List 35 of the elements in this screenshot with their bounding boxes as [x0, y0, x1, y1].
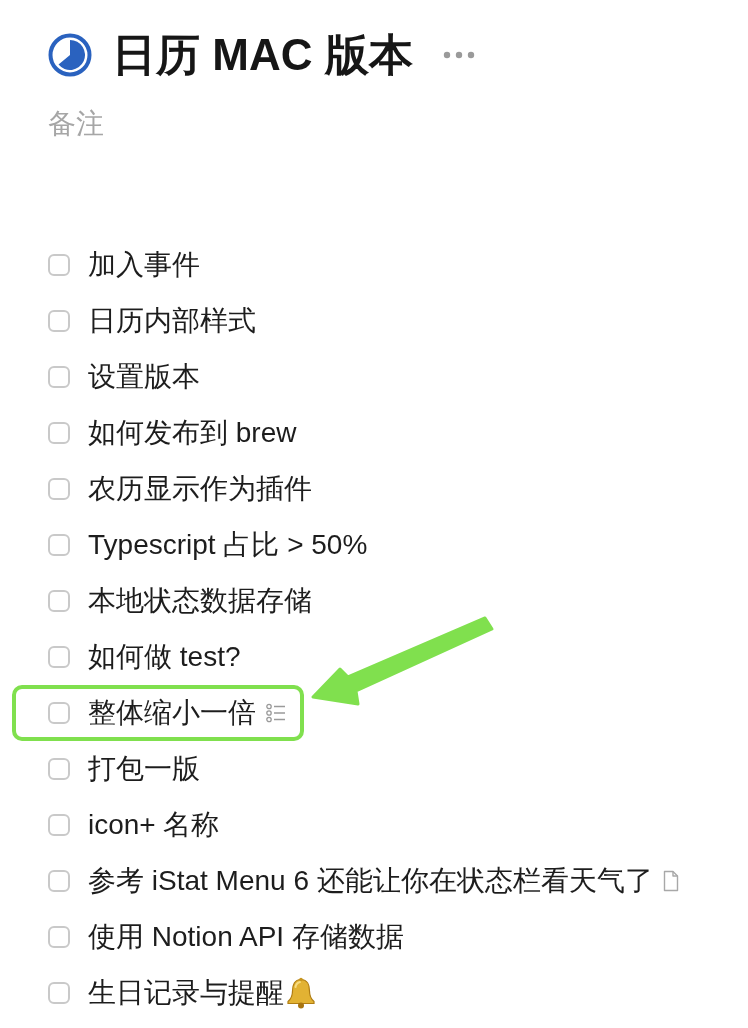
- task-text: 农历显示作为插件: [88, 472, 312, 506]
- checkbox[interactable]: [48, 646, 70, 668]
- checkbox[interactable]: [48, 814, 70, 836]
- task-text: 参考 iStat Menu 6 还能让你在状态栏看天气了: [88, 864, 653, 898]
- task-text: 如何发布到 brew: [88, 416, 297, 450]
- bell-icon: [286, 977, 316, 1009]
- checkbox[interactable]: [48, 982, 70, 1004]
- task-text: 整体缩小一倍: [88, 696, 256, 730]
- task-text: 日历内部样式: [88, 304, 256, 338]
- checkbox[interactable]: [48, 310, 70, 332]
- checkbox[interactable]: [48, 534, 70, 556]
- checkbox[interactable]: [48, 422, 70, 444]
- task-text: 设置版本: [88, 360, 200, 394]
- checkbox[interactable]: [48, 366, 70, 388]
- task-text: 如何做 test?: [88, 640, 241, 674]
- task-text: 打包一版: [88, 752, 200, 786]
- checkbox[interactable]: [48, 590, 70, 612]
- pie-clock-icon: [48, 33, 92, 77]
- checkbox[interactable]: [48, 478, 70, 500]
- task-text: icon+ 名称: [88, 808, 220, 842]
- checkbox[interactable]: [48, 758, 70, 780]
- task-text: 本地状态数据存储: [88, 584, 312, 618]
- checkbox[interactable]: [48, 870, 70, 892]
- task-text: Typescript 占比 > 50%: [88, 528, 368, 562]
- checkbox[interactable]: [48, 702, 70, 724]
- task-text: 加入事件: [88, 248, 200, 282]
- more-icon[interactable]: [442, 51, 475, 59]
- checkbox[interactable]: [48, 926, 70, 948]
- document-icon: [662, 870, 679, 892]
- list-icon: [266, 703, 286, 723]
- task-text: 生日记录与提醒: [88, 976, 284, 1010]
- page-title: 日历 MAC 版本: [112, 29, 413, 81]
- task-text: 使用 Notion API 存储数据: [88, 920, 404, 954]
- checkbox[interactable]: [48, 254, 70, 276]
- note-label: 备注: [48, 107, 104, 141]
